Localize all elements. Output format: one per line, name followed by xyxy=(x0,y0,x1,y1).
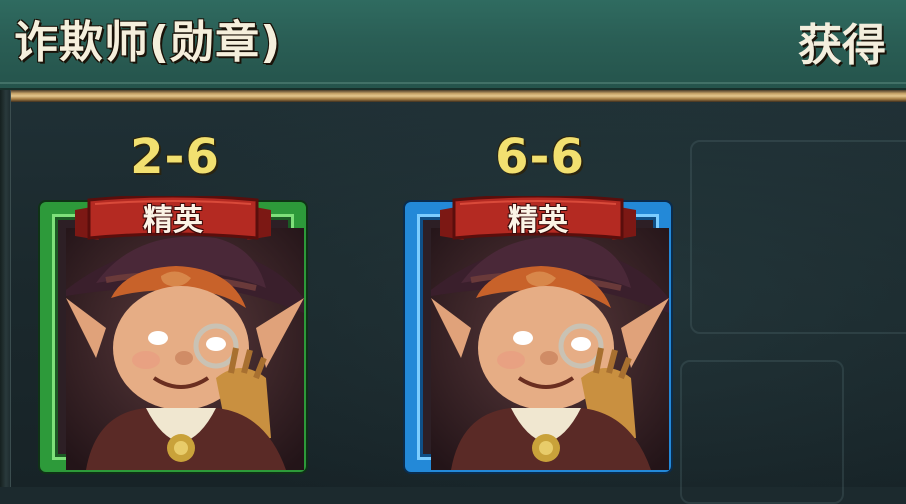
background-panel xyxy=(680,360,844,504)
elite-ribbon: 精英 xyxy=(440,196,636,246)
elite-badge-label: 精英 xyxy=(143,203,203,238)
goblin-thief-portrait-icon xyxy=(431,228,669,470)
header-bar: 诈欺师(勋章) 获得 xyxy=(0,0,906,90)
obtain-label: 获得 xyxy=(798,20,886,71)
card-green-elite[interactable]: 精英 xyxy=(40,196,306,472)
stage-label: 6-6 xyxy=(495,129,585,185)
card-blue-elite[interactable]: 精英 xyxy=(405,196,671,472)
page-title: 诈欺师(勋章) xyxy=(14,17,282,68)
background-panel xyxy=(690,140,906,334)
left-rail xyxy=(0,90,11,487)
elite-ribbon: 精英 xyxy=(75,196,271,246)
header-divider xyxy=(0,90,906,102)
stage-label: 2-6 xyxy=(130,129,220,185)
goblin-thief-portrait-icon xyxy=(66,228,304,470)
elite-badge-label: 精英 xyxy=(508,203,568,238)
